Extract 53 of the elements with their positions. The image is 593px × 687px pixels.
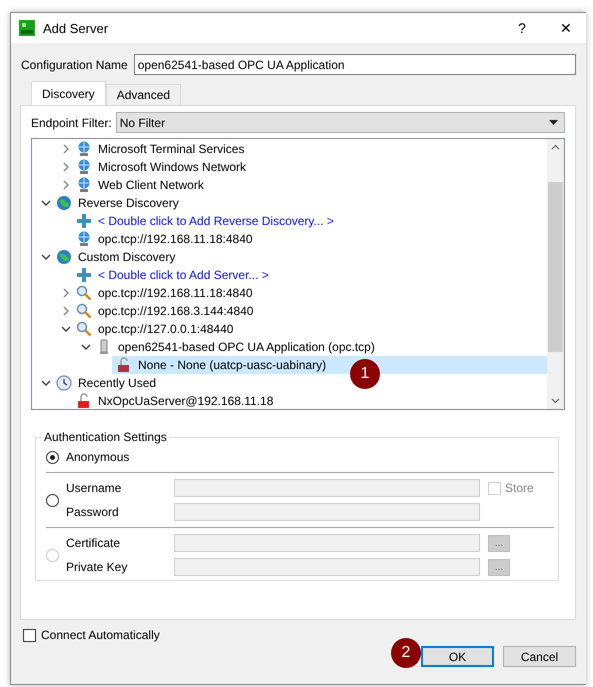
radio-button[interactable] xyxy=(46,494,59,506)
tree-item[interactable]: opc.tcp://192.168.11.18:4840 xyxy=(32,284,547,302)
globe-computer-icon xyxy=(76,159,92,175)
app-icon xyxy=(19,20,35,36)
tab[interactable]: Discovery xyxy=(31,81,106,105)
globe-icon xyxy=(56,195,72,211)
globe-computer-icon xyxy=(76,231,92,247)
group-title: Authentication Settings xyxy=(43,430,168,444)
tree-item[interactable]: opc.tcp://127.0.0.1:48440 xyxy=(32,320,547,338)
plus-icon xyxy=(76,267,92,283)
scroll-up-icon[interactable] xyxy=(551,144,560,150)
endpoint-filter-dropdown[interactable]: No Filter xyxy=(116,112,565,133)
window-title: Add Server xyxy=(43,20,110,36)
plus-icon xyxy=(76,213,92,229)
globe-icon xyxy=(56,249,72,265)
globe-computer-icon xyxy=(76,141,92,157)
scrollbar[interactable] xyxy=(547,139,564,409)
tree-item[interactable]: Custom Discovery xyxy=(32,248,547,266)
help-button[interactable]: ? xyxy=(502,13,542,43)
tree-item[interactable]: < Double click to Add Server... > xyxy=(32,266,547,284)
tree-item[interactable]: Microsoft Windows Network xyxy=(32,158,547,176)
tree-item[interactable]: Web Client Network xyxy=(32,176,547,194)
clock-icon xyxy=(56,375,72,391)
tree-item[interactable]: open62541-based OPC UA Application (opc.tcp) xyxy=(32,338,547,356)
endpoint-filter-label: Endpoint Filter: xyxy=(31,116,112,130)
callout-badge: 1 xyxy=(350,359,380,389)
field-label: Username xyxy=(66,481,122,495)
tree-item[interactable]: opc.tcp://192.168.11.18:4840 xyxy=(32,230,547,248)
close-button[interactable]: ✕ xyxy=(546,13,586,43)
padlock-icon xyxy=(116,357,132,373)
radio-button[interactable] xyxy=(46,450,59,464)
dropdown-arrow-icon xyxy=(549,120,558,125)
search-icon xyxy=(76,285,92,301)
ok-button[interactable]: OK xyxy=(421,646,494,667)
field-label: Private Key xyxy=(66,560,128,574)
callout-badge: 2 xyxy=(391,638,421,668)
tree-item[interactable]: Reverse Discovery xyxy=(32,194,547,212)
configuration-name-field[interactable]: open62541-based OPC UA Application xyxy=(134,54,576,75)
scroll-down-icon[interactable] xyxy=(551,398,560,404)
tab[interactable]: Advanced xyxy=(106,84,182,105)
search-icon xyxy=(76,303,92,319)
tree-item[interactable]: opc.tcp://192.168.3.144:4840 xyxy=(32,302,547,320)
tree-item[interactable]: Microsoft Terminal Services xyxy=(32,140,547,158)
field-label: Certificate xyxy=(66,536,122,550)
configuration-name-label: Configuration Name xyxy=(21,58,128,72)
globe-computer-icon xyxy=(76,177,92,193)
field-label: Password xyxy=(66,505,120,519)
cancel-button[interactable]: Cancel xyxy=(503,646,576,667)
tree-item[interactable]: < Double click to Add Reverse Discovery... > xyxy=(32,212,547,230)
anonymous-label: Anonymous xyxy=(66,449,130,466)
search-icon xyxy=(76,321,92,337)
padlock-icon xyxy=(76,393,92,409)
tree-item[interactable]: NxOpcUaServer@192.168.11.18 xyxy=(32,392,547,409)
